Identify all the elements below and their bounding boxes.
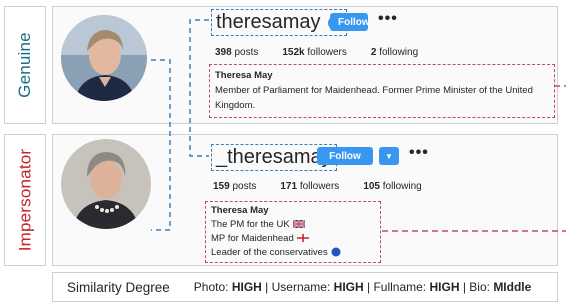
- impersonator-bio-line2: MP for Maidenhead: [211, 232, 375, 246]
- similarity-bar: Similarity Degree Photo: HIGH | Username…: [52, 272, 558, 302]
- genuine-username: theresamay: [216, 11, 321, 33]
- genuine-bio: Theresa May Member of Parliament for Mai…: [209, 64, 555, 118]
- impersonator-bio: Theresa May The PM for the UK MP for Mai…: [205, 201, 381, 263]
- genuine-followers[interactable]: 152k followers: [282, 47, 347, 58]
- genuine-stats: 398 posts 152k followers 2 following: [215, 47, 442, 58]
- impersonator-bio-line1: The PM for the UK: [211, 218, 375, 232]
- impersonator-profile-card: _theresamay Follow ▼ ••• 159 posts 171 f…: [52, 134, 558, 266]
- impersonator-followers[interactable]: 171 followers: [280, 181, 339, 192]
- chevron-down-icon[interactable]: ▼: [379, 147, 399, 165]
- genuine-following[interactable]: 2 following: [371, 47, 418, 58]
- impersonator-avatar[interactable]: [61, 139, 151, 229]
- impersonator-bio-line3: Leader of the conservatives: [211, 246, 375, 260]
- impersonator-more-options-icon[interactable]: •••: [409, 144, 429, 162]
- similarity-title: Similarity Degree: [67, 279, 170, 295]
- impersonator-label-box: Impersonator: [4, 134, 46, 266]
- england-flag-icon: [296, 234, 309, 243]
- genuine-follow-button[interactable]: Follow: [330, 13, 370, 31]
- impersonator-bio-name: Theresa May: [211, 205, 269, 216]
- genuine-avatar[interactable]: [61, 15, 147, 101]
- genuine-bio-text: Member of Parliament for Maidenhead. For…: [215, 85, 533, 111]
- blue-circle-icon: [331, 247, 341, 257]
- similarity-details: Photo: HIGH | Username: HIGH | Fullname:…: [193, 280, 532, 294]
- uk-flag-icon: [292, 220, 305, 229]
- impersonator-following[interactable]: 105 following: [363, 181, 421, 192]
- genuine-label: Genuine: [15, 32, 34, 98]
- genuine-username-field[interactable]: theresamay ✓: [211, 9, 348, 36]
- genuine-bio-name: Theresa May: [215, 70, 273, 81]
- genuine-posts[interactable]: 398 posts: [215, 47, 258, 58]
- genuine-profile-card: theresamay ✓ Follow ••• 398 posts 152k f…: [52, 6, 558, 124]
- impersonator-label: Impersonator: [15, 148, 34, 252]
- genuine-more-options-icon[interactable]: •••: [378, 10, 398, 28]
- impersonator-stats: 159 posts 171 followers 105 following: [213, 181, 446, 192]
- impersonator-username: _theresamay: [216, 146, 332, 168]
- impersonator-posts[interactable]: 159 posts: [213, 181, 256, 192]
- genuine-label-box: Genuine: [4, 6, 46, 124]
- impersonator-follow-button[interactable]: Follow: [317, 147, 373, 165]
